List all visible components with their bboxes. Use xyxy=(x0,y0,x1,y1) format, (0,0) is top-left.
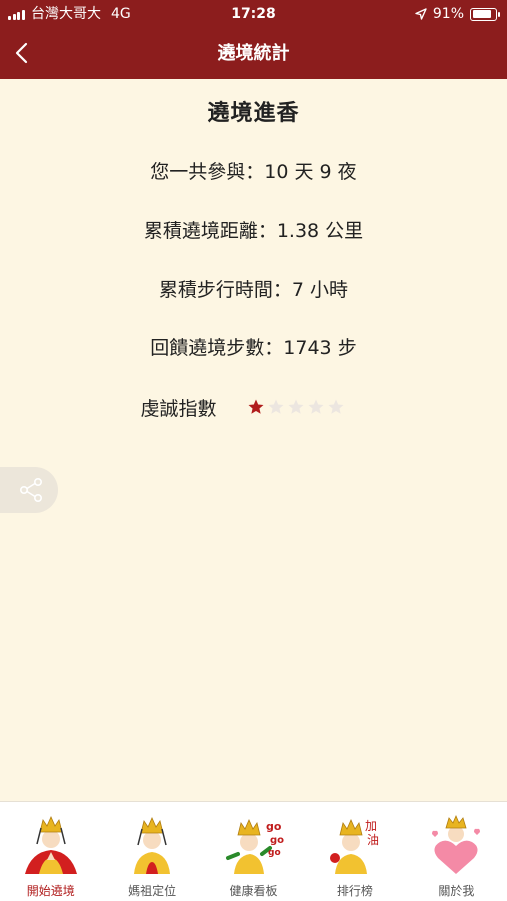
tab-leaderboard[interactable]: 加 油 排行榜 xyxy=(304,802,405,901)
tab-start-pilgrimage[interactable]: 開始遶境 xyxy=(0,802,101,901)
mazu-cheer-icon: 加 油 xyxy=(329,819,379,874)
mazu-gogogo-icon: go go go xyxy=(225,819,284,874)
tab-label: 排行榜 xyxy=(336,884,373,898)
tab-health-board[interactable]: go go go 健康看板 xyxy=(203,802,304,901)
rating-label: 虔誠指數 xyxy=(140,397,217,420)
tab-label: 媽祖定位 xyxy=(128,884,177,898)
status-right: 91% xyxy=(415,0,500,28)
mazu-heart-icon xyxy=(432,814,481,874)
stat-distance: 累積遶境距離：1.38 公里 xyxy=(143,220,364,242)
gogogo-badge: go xyxy=(266,820,282,833)
star-empty-icon xyxy=(268,399,283,414)
star-empty-icon xyxy=(328,399,343,414)
mazu-praying-icon xyxy=(24,816,77,874)
share-icon xyxy=(19,477,42,502)
share-button[interactable] xyxy=(0,467,58,513)
tab-label: 開始遶境 xyxy=(26,884,75,898)
devotion-rating: 虔誠指數 xyxy=(0,392,507,422)
battery-percent: 91% xyxy=(432,6,464,22)
tab-label: 健康看板 xyxy=(229,884,278,898)
status-bar: 台灣大哥大 4G 17:28 91% xyxy=(0,0,507,28)
star-filled-icon xyxy=(248,399,263,414)
tab-mazu-location[interactable]: 媽祖定位 xyxy=(101,802,202,901)
svg-text:油: 油 xyxy=(367,833,379,847)
stats-content: 遶境進香 您一共參與：10 天 9 夜 累積遶境距離：1.38 公里 累積步行時… xyxy=(0,79,507,420)
svg-text:go: go xyxy=(268,848,281,858)
battery-level xyxy=(472,10,491,18)
cheer-badge: 加 xyxy=(365,819,377,833)
star-empty-icon xyxy=(308,399,323,414)
star-empty-icon xyxy=(288,399,303,414)
tab-label: 關於我 xyxy=(438,884,475,898)
mazu-seated-icon xyxy=(134,817,171,874)
rating-stars xyxy=(247,398,347,416)
tab-bar: 開始遶境 媽祖定位 go go go 健康看板 加 油 排行榜 關於我 xyxy=(0,801,507,901)
battery-icon xyxy=(470,7,500,21)
stat-steps: 回饋遶境步數：1743 步 xyxy=(150,337,357,359)
svg-text:go: go xyxy=(270,835,284,846)
stat-walk-time: 累積步行時間：7 小時 xyxy=(158,279,349,301)
nav-bar: 遶境統計 xyxy=(0,28,507,79)
page-title: 遶境進香 xyxy=(207,101,300,126)
tab-about-me[interactable]: 關於我 xyxy=(406,802,507,901)
top-bar: 台灣大哥大 4G 17:28 91% 遶境統計 xyxy=(0,0,507,79)
location-arrow-icon xyxy=(415,8,427,20)
stat-days: 您一共參與：10 天 9 夜 xyxy=(150,161,357,183)
nav-title: 遶境統計 xyxy=(217,43,290,64)
